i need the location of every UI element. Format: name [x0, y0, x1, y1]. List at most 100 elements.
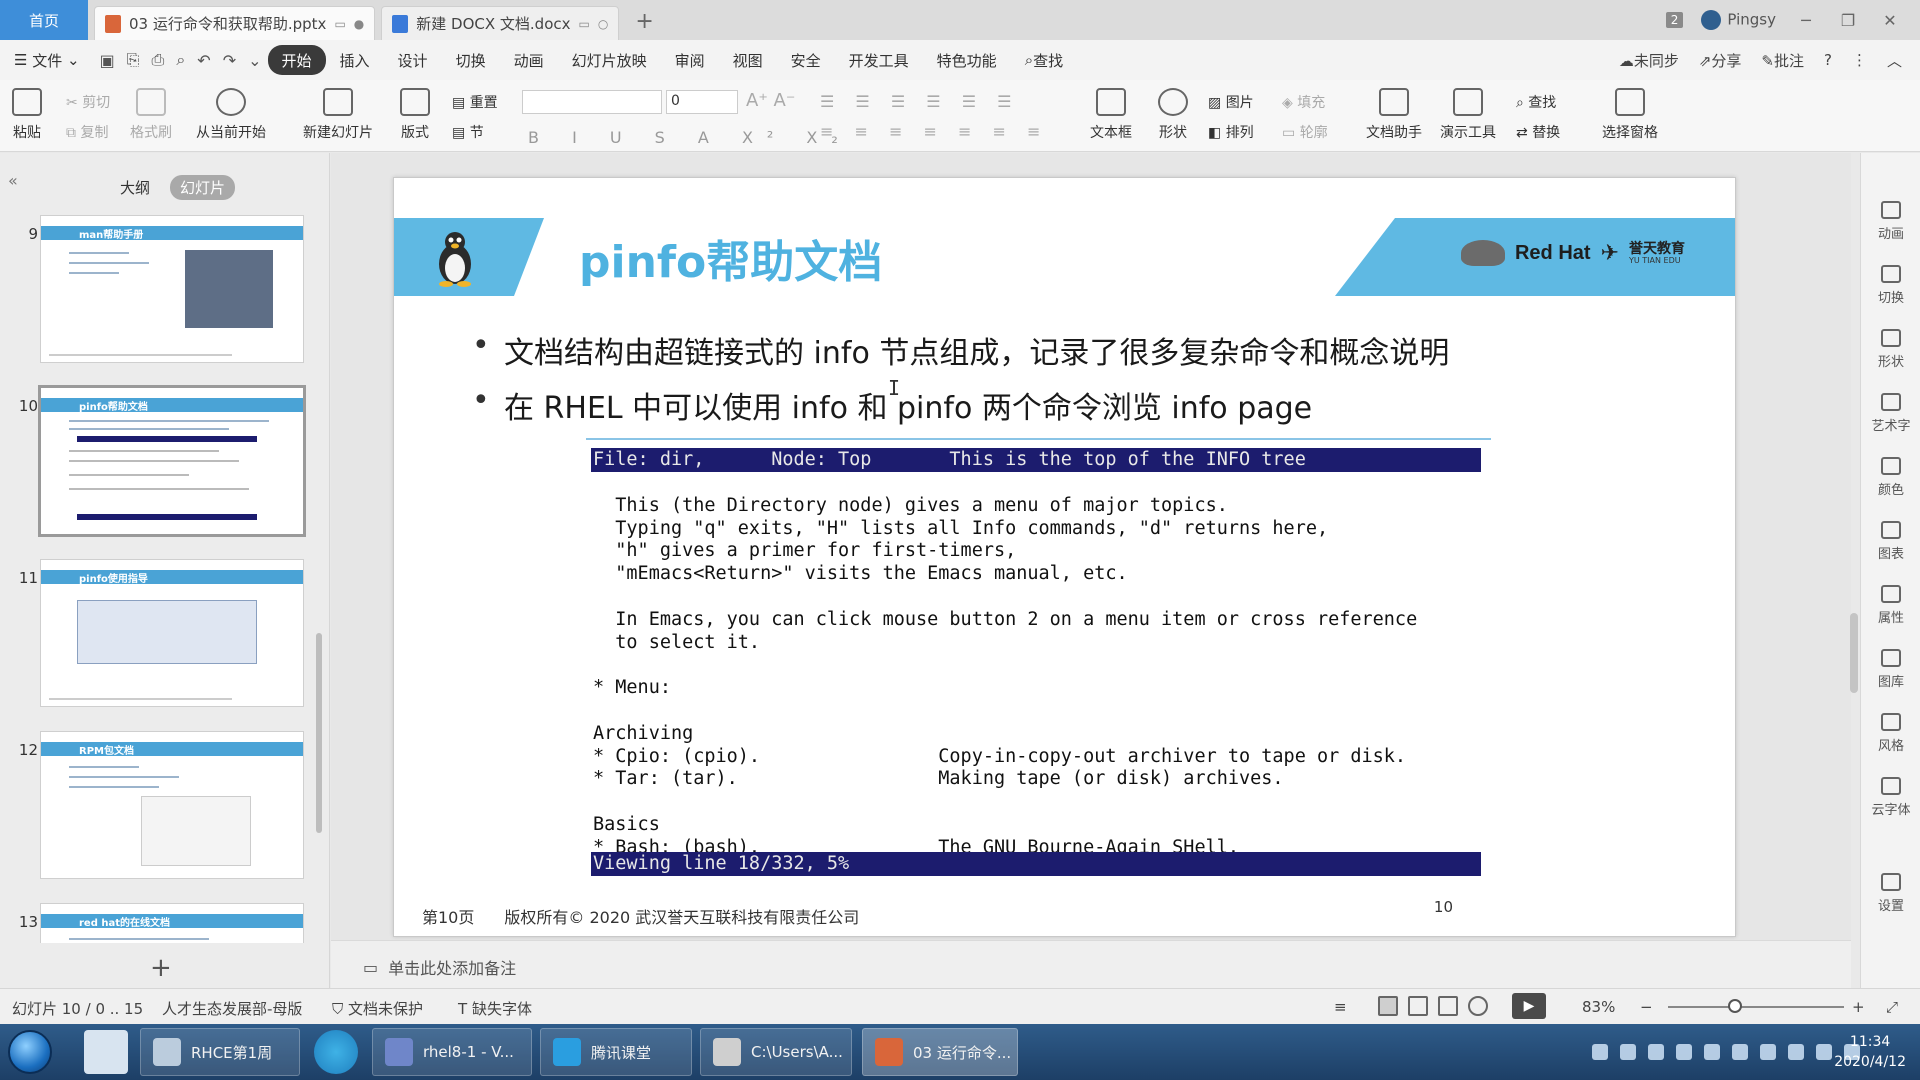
alignment-tools-row[interactable]: ≡ ≡ ≡ ≡ ≡ ≡ ≡	[820, 122, 1048, 141]
sidebar-item-settings[interactable]: 设置	[1861, 873, 1920, 914]
tab-design[interactable]: 设计	[384, 45, 442, 75]
tab-insert[interactable]: 插入	[326, 45, 384, 75]
zoom-in-icon[interactable]: +	[1852, 998, 1865, 1016]
slide-thumb-row-selected[interactable]: 10 pinfo帮助文档	[0, 385, 320, 537]
taskbar-app-icon[interactable]	[84, 1030, 128, 1074]
taskbar-app[interactable]: rhel8-1 - V...	[372, 1028, 532, 1076]
tray-icon[interactable]	[1788, 1044, 1804, 1060]
help-icon[interactable]: ?	[1824, 51, 1832, 69]
sidebar-item-properties[interactable]: 属性	[1861, 585, 1920, 626]
slide-thumb-row[interactable]: 12 RPM包文档	[0, 731, 320, 881]
tab-security[interactable]: 安全	[777, 45, 835, 75]
restore-icon[interactable]: ❐	[1836, 11, 1860, 30]
slide-thumbnail[interactable]: RPM包文档	[40, 731, 304, 879]
copy-button[interactable]: ⧉ 复制	[66, 122, 108, 142]
slide-thumb-row[interactable]: 9 man帮助手册	[0, 215, 320, 365]
share-button[interactable]: ⇗分享	[1699, 50, 1742, 71]
paste-button[interactable]: 粘贴	[12, 88, 42, 142]
tray-icon[interactable]	[1620, 1044, 1636, 1060]
replace-button[interactable]: ⇄ 替换	[1516, 122, 1560, 142]
close-icon[interactable]: ✕	[1878, 11, 1902, 30]
tab-monitor-icon[interactable]: ▭	[334, 17, 345, 31]
slide-title[interactable]: pinfo帮助文档	[579, 226, 882, 290]
search-command[interactable]: ⌕ 查找	[1011, 45, 1077, 75]
customize-chevron-icon[interactable]: ⌄	[242, 51, 267, 70]
tray-icon[interactable]	[1592, 1044, 1608, 1060]
start-button[interactable]	[8, 1030, 52, 1074]
user-account[interactable]: Pingsy	[1701, 10, 1776, 30]
zoom-slider[interactable]	[1668, 1006, 1844, 1008]
tab-docx[interactable]: 新建 DOCX 文档.docx ▭ ○	[381, 6, 620, 40]
zoom-out-icon[interactable]: −	[1640, 998, 1653, 1016]
sidebar-item-wordart[interactable]: 艺术字	[1861, 393, 1920, 434]
tab-outline[interactable]: 大纲	[110, 175, 160, 200]
theme-name[interactable]: 人才生态发展部-母版	[162, 998, 302, 1019]
paragraph-tools-row[interactable]: ☰ ☰ ☰ ☰ ☰ ☰	[820, 92, 1020, 111]
add-slide-plus-icon[interactable]: +	[150, 953, 172, 983]
redo-icon[interactable]: ↷	[217, 51, 242, 70]
tab-pptx[interactable]: 03 运行命令和获取帮助.pptx ▭ ●	[94, 6, 376, 40]
slide[interactable]: pinfo帮助文档 Red Hat ✈ 誉天教育 YU TIAN EDU 文档结…	[393, 177, 1736, 937]
file-menu[interactable]: ☰ 文件 ⌄	[0, 45, 94, 75]
tab-view[interactable]: 视图	[719, 45, 777, 75]
export-icon[interactable]: ⎘	[121, 50, 146, 70]
slides-panel-scrollbar[interactable]	[316, 633, 322, 833]
from-current-button[interactable]: 从当前开始	[196, 88, 266, 142]
font-name-select[interactable]	[522, 90, 662, 114]
window-count-badge[interactable]: 2	[1665, 12, 1684, 28]
tray-icon[interactable]	[1704, 1044, 1720, 1060]
presentation-tools-button[interactable]: 演示工具	[1440, 88, 1496, 142]
sorter-view-icon[interactable]	[1408, 996, 1428, 1016]
zoom-level[interactable]: 83%	[1582, 998, 1615, 1016]
sidebar-item-color[interactable]: 颜色	[1861, 457, 1920, 498]
print-icon[interactable]: ⎙	[146, 50, 171, 70]
section-button[interactable]: ▤ 节	[452, 122, 484, 142]
format-painter-button[interactable]: 格式刷	[130, 88, 172, 142]
slide-thumbnail[interactable]: red hat的在线文档	[40, 903, 304, 943]
play-slideshow-button[interactable]: ▶	[1512, 993, 1546, 1019]
more-icon[interactable]: ⋮	[1852, 51, 1867, 69]
zoom-slider-knob[interactable]	[1728, 999, 1742, 1013]
slide-thumbnail[interactable]: man帮助手册	[40, 215, 304, 363]
slide-thumb-row[interactable]: 11 pinfo使用指导	[0, 559, 320, 709]
sidebar-item-shape[interactable]: 形状	[1861, 329, 1920, 370]
tab-developer[interactable]: 开发工具	[835, 45, 923, 75]
tray-icon[interactable]	[1676, 1044, 1692, 1060]
eye-protection-icon[interactable]	[1468, 996, 1488, 1016]
comment-button[interactable]: ✎批注	[1761, 50, 1804, 71]
shape-button[interactable]: 形状	[1158, 88, 1188, 142]
tab-monitor-icon[interactable]: ▭	[579, 17, 590, 31]
new-tab-plus-icon[interactable]: +	[635, 9, 653, 34]
skype-icon[interactable]	[314, 1030, 358, 1074]
tab-slides[interactable]: 幻灯片	[170, 175, 236, 200]
picture-button[interactable]: ▨ 图片	[1208, 92, 1254, 112]
taskbar-app[interactable]: 腾讯课堂	[540, 1028, 692, 1076]
doc-assistant-button[interactable]: 文档助手	[1366, 88, 1422, 142]
collapse-ribbon-icon[interactable]: ︿	[1887, 50, 1902, 71]
sidebar-item-cloud-font[interactable]: 云字体	[1861, 777, 1920, 818]
font-grow-shrink-icon[interactable]: A⁺ A⁻	[746, 90, 795, 111]
sidebar-item-gallery[interactable]: 图库	[1861, 649, 1920, 690]
tab-start[interactable]: 开始	[267, 45, 326, 75]
tab-features[interactable]: 特色功能	[923, 45, 1011, 75]
sidebar-item-animation[interactable]: 动画	[1861, 201, 1920, 242]
notes-placeholder[interactable]: ▭ 单击此处添加备注	[363, 955, 516, 979]
print-preview-icon[interactable]: ⌕	[170, 50, 191, 70]
sidebar-item-style[interactable]: 风格	[1861, 713, 1920, 754]
find-button[interactable]: ⌕ 查找	[1516, 92, 1556, 112]
textbox-button[interactable]: 文本框	[1090, 88, 1132, 142]
collapse-panel-icon[interactable]: «	[8, 171, 18, 190]
clock[interactable]: 11:34 2020/4/12	[1834, 1032, 1906, 1072]
taskbar-app[interactable]: RHCE第1周	[140, 1028, 300, 1076]
cut-button[interactable]: ✂ 剪切	[66, 92, 110, 112]
tab-transition[interactable]: 切换	[442, 45, 500, 75]
taskbar-app[interactable]: C:\Users\A...	[700, 1028, 852, 1076]
sidebar-item-chart[interactable]: 图表	[1861, 521, 1920, 562]
tab-animation[interactable]: 动画	[500, 45, 558, 75]
tray-icon[interactable]	[1760, 1044, 1776, 1060]
reading-view-icon[interactable]	[1438, 996, 1458, 1016]
notes-toggle-icon[interactable]: ≡	[1334, 998, 1347, 1016]
undo-icon[interactable]: ↶	[191, 51, 216, 70]
scrollbar-thumb[interactable]	[1850, 613, 1858, 693]
select-pane-button[interactable]: 选择窗格	[1602, 88, 1658, 142]
